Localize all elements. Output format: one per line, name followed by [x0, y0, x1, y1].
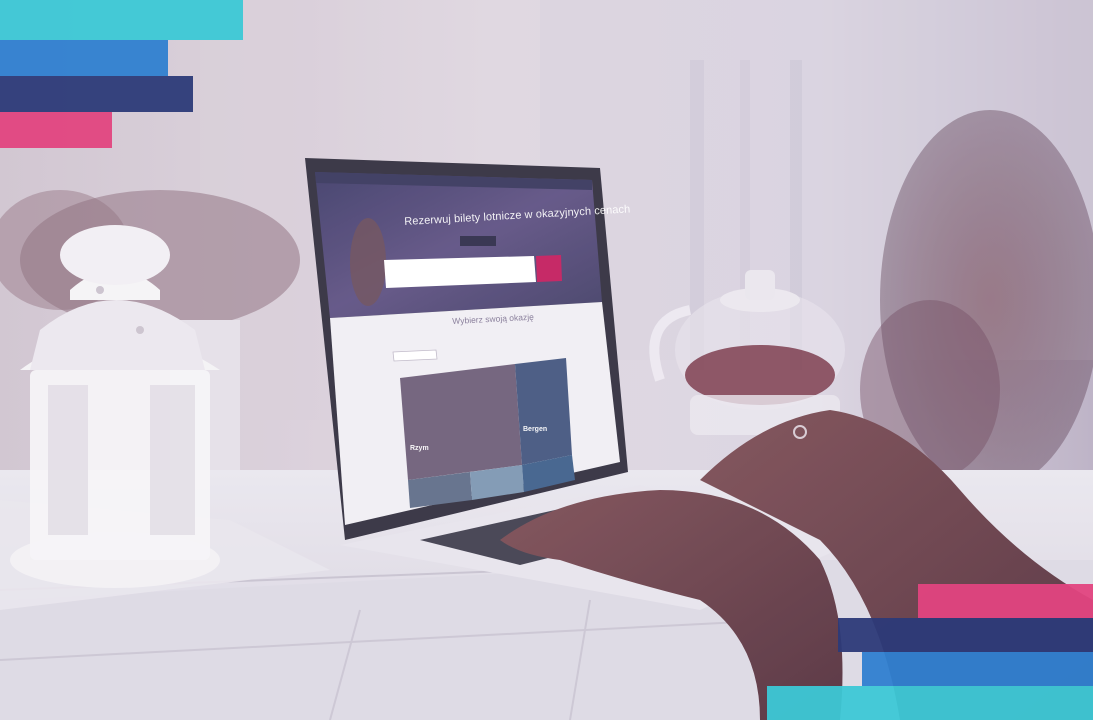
bar-pink: [0, 112, 112, 148]
card-city-rome: Rzym: [410, 445, 429, 452]
card-city-bergen: Bergen: [523, 426, 548, 433]
photo-scene: Rezerwuj bilety lotnicze w okazyjnych ce…: [0, 0, 1093, 720]
bar-blue-br: [862, 652, 1093, 686]
bar-pink-br: [918, 584, 1093, 618]
bar-cyan: [0, 0, 243, 40]
bar-navy-br: [838, 618, 1093, 652]
bar-navy: [0, 76, 193, 112]
bar-blue: [0, 40, 168, 76]
bar-cyan-br: [767, 686, 1093, 720]
